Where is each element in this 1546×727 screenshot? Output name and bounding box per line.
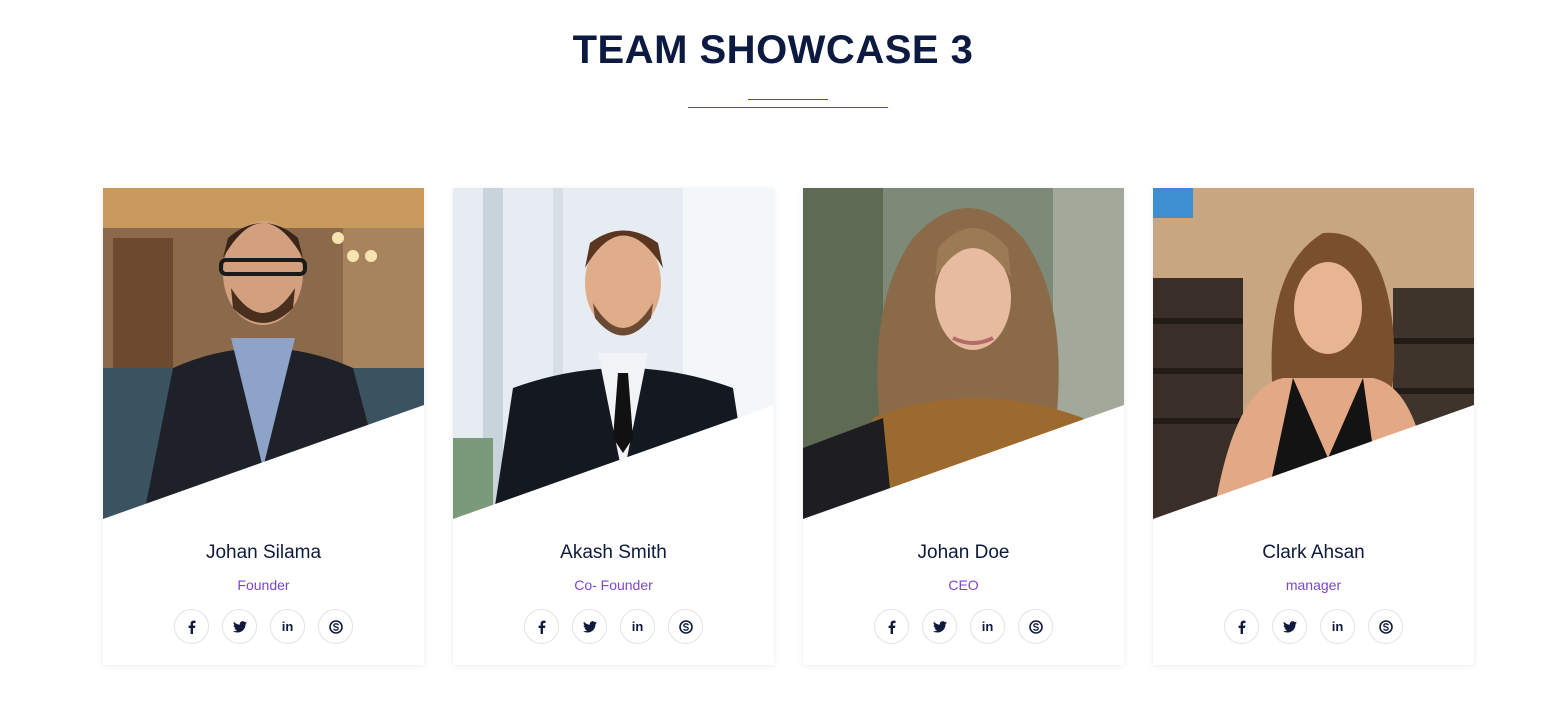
member-role: manager [1285,577,1342,593]
linkedin-icon[interactable]: in [270,609,305,644]
twitter-icon[interactable] [922,609,957,644]
skype-icon[interactable] [1368,609,1403,644]
member-role: CEO [948,577,979,593]
facebook-icon[interactable] [874,609,909,644]
team-card-johan-silama: Johan Silama Founder in [103,188,424,665]
member-photo [103,188,424,519]
skype-icon[interactable] [318,609,353,644]
member-photo [453,188,774,519]
linkedin-icon[interactable]: in [620,609,655,644]
page-title: TEAM SHOWCASE 3 [572,28,974,72]
team-card-akash-smith: Akash Smith Co- Founder in [453,188,774,665]
social-links: in [453,609,774,644]
facebook-icon[interactable] [1224,609,1259,644]
twitter-icon[interactable] [222,609,257,644]
linkedin-icon[interactable]: in [970,609,1005,644]
title-divider-short [748,99,828,100]
member-name: Akash Smith [560,542,667,563]
member-role: Co- Founder [574,577,653,593]
team-card-clark-ahsan: Clark Ahsan manager in [1153,188,1474,665]
member-role: Founder [237,577,290,593]
social-links: in [1153,609,1474,644]
linkedin-icon[interactable]: in [1320,609,1355,644]
member-name: Johan Doe [917,542,1010,563]
twitter-icon[interactable] [572,609,607,644]
member-photo [803,188,1124,519]
team-card-johan-doe: Johan Doe CEO in [803,188,1124,665]
member-name: Johan Silama [205,542,322,563]
social-links: in [103,609,424,644]
social-links: in [803,609,1124,644]
skype-icon[interactable] [1018,609,1053,644]
facebook-icon[interactable] [174,609,209,644]
member-photo [1153,188,1474,519]
twitter-icon[interactable] [1272,609,1307,644]
skype-icon[interactable] [668,609,703,644]
title-divider-long [688,107,888,108]
facebook-icon[interactable] [524,609,559,644]
member-name: Clark Ahsan [1262,542,1365,563]
